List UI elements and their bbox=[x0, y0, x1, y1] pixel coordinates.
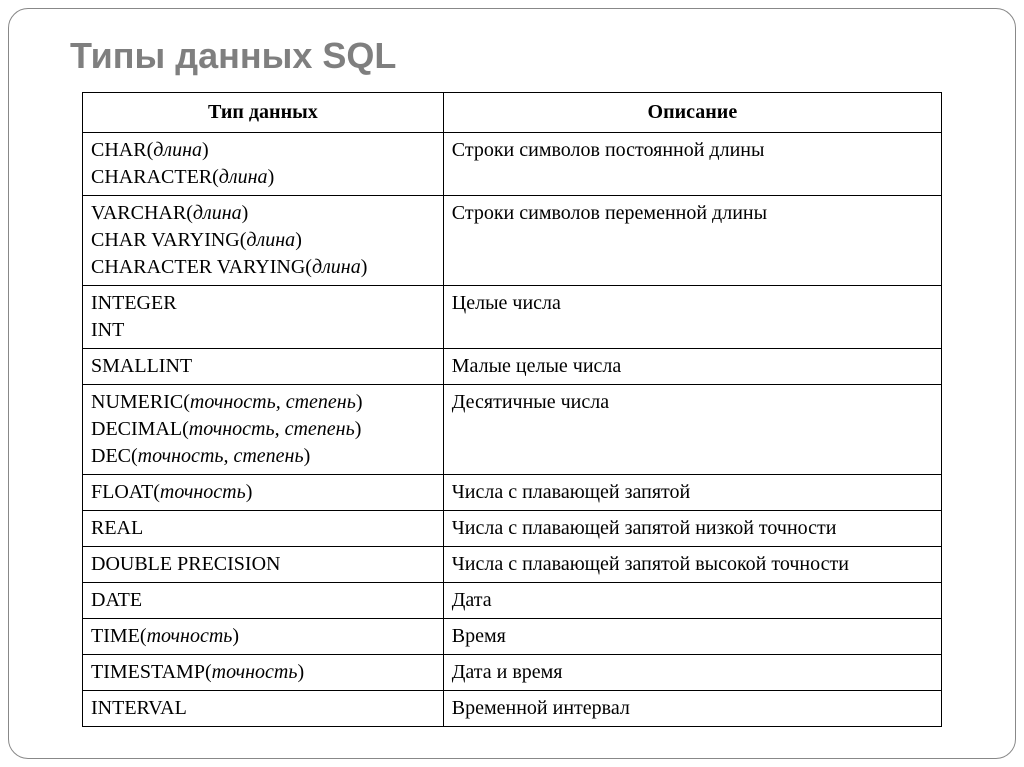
type-name: DOUBLE PRECISION bbox=[91, 553, 280, 575]
type-param: длина bbox=[219, 166, 268, 188]
page-title: Типы данных SQL bbox=[70, 35, 974, 77]
type-cell: CHAR(длина)CHARACTER(длина) bbox=[83, 133, 444, 196]
type-cell: FLOAT(точность) bbox=[83, 475, 444, 511]
type-line: SMALLINT bbox=[91, 353, 435, 380]
header-desc: Описание bbox=[443, 93, 941, 133]
table-row: INTERVAL Временной интервал bbox=[83, 691, 942, 727]
type-cell: DOUBLE PRECISION bbox=[83, 547, 444, 583]
desc-cell: Строки символов переменной длины bbox=[443, 196, 941, 286]
type-line: TIME(точность) bbox=[91, 623, 435, 650]
type-line: DEC(точность, степень) bbox=[91, 443, 435, 470]
type-param: точность bbox=[160, 481, 246, 503]
table-row: TIMESTAMP(точность) Дата и время bbox=[83, 655, 942, 691]
table-row: DOUBLE PRECISION Числа с плавающей запято… bbox=[83, 547, 942, 583]
type-param: точность bbox=[212, 661, 298, 683]
table-body: CHAR(длина)CHARACTER(длина)Строки символ… bbox=[83, 133, 942, 727]
type-name: INTERVAL bbox=[91, 697, 187, 719]
type-line: DATE bbox=[91, 587, 435, 614]
type-line: VARCHAR(длина) bbox=[91, 200, 435, 227]
type-name: CHARACTER VARYING bbox=[91, 256, 305, 278]
type-param: точность, степень bbox=[189, 418, 355, 440]
table-row: NUMERIC(точность, степень)DECIMAL(точнос… bbox=[83, 385, 942, 475]
table-row: DATE Дата bbox=[83, 583, 942, 619]
type-line: DECIMAL(точность, степень) bbox=[91, 416, 435, 443]
type-line: INTEGER bbox=[91, 290, 435, 317]
type-cell: INTERVAL bbox=[83, 691, 444, 727]
type-param: длина bbox=[153, 139, 202, 161]
desc-cell: Числа с плавающей запятой высокой точнос… bbox=[443, 547, 941, 583]
type-line: INT bbox=[91, 317, 435, 344]
desc-cell: Временной интервал bbox=[443, 691, 941, 727]
type-param: длина bbox=[246, 229, 295, 251]
table-row: INTEGER INT Целые числа bbox=[83, 286, 942, 349]
type-line: CHARACTER(длина) bbox=[91, 164, 435, 191]
type-line: CHAR VARYING(длина) bbox=[91, 227, 435, 254]
desc-cell: Десятичные числа bbox=[443, 385, 941, 475]
type-param: длина bbox=[193, 202, 242, 224]
type-cell: INTEGER INT bbox=[83, 286, 444, 349]
type-line: TIMESTAMP(точность) bbox=[91, 659, 435, 686]
desc-cell: Дата bbox=[443, 583, 941, 619]
type-line: INTERVAL bbox=[91, 695, 435, 722]
table-row: TIME(точность) Время bbox=[83, 619, 942, 655]
type-name: SMALLINT bbox=[91, 355, 192, 377]
type-line: CHAR(длина) bbox=[91, 137, 435, 164]
type-name: CHAR VARYING bbox=[91, 229, 240, 251]
desc-cell: Дата и время bbox=[443, 655, 941, 691]
type-name: DECIMAL bbox=[91, 418, 182, 440]
type-cell: DATE bbox=[83, 583, 444, 619]
type-cell: TIME(точность) bbox=[83, 619, 444, 655]
desc-cell: Малые целые числа bbox=[443, 349, 941, 385]
type-name: CHAR bbox=[91, 139, 147, 161]
type-name: TIME bbox=[91, 625, 140, 647]
table-row: VARCHAR(длина)CHAR VARYING(длина)CHARACT… bbox=[83, 196, 942, 286]
type-name: DATE bbox=[91, 589, 142, 611]
table-row: SMALLINT Малые целые числа bbox=[83, 349, 942, 385]
data-types-table: Тип данных Описание CHAR(длина)CHARACTER… bbox=[82, 92, 942, 727]
type-name: INTEGER bbox=[91, 292, 177, 314]
type-param: точность, степень bbox=[138, 445, 304, 467]
type-cell: VARCHAR(длина)CHAR VARYING(длина)CHARACT… bbox=[83, 196, 444, 286]
desc-cell: Числа с плавающей запятой bbox=[443, 475, 941, 511]
table-header-row: Тип данных Описание bbox=[83, 93, 942, 133]
desc-cell: Строки символов постоянной длины bbox=[443, 133, 941, 196]
type-cell: REAL bbox=[83, 511, 444, 547]
type-name: CHARACTER bbox=[91, 166, 212, 188]
type-line: FLOAT(точность) bbox=[91, 479, 435, 506]
desc-cell: Время bbox=[443, 619, 941, 655]
type-name: NUMERIC bbox=[91, 391, 183, 413]
type-name: TIMESTAMP bbox=[91, 661, 205, 683]
table-row: CHAR(длина)CHARACTER(длина)Строки символ… bbox=[83, 133, 942, 196]
type-line: REAL bbox=[91, 515, 435, 542]
table-row: FLOAT(точность) Числа с плавающей запятой bbox=[83, 475, 942, 511]
type-cell: NUMERIC(точность, степень)DECIMAL(точнос… bbox=[83, 385, 444, 475]
type-line: NUMERIC(точность, степень) bbox=[91, 389, 435, 416]
type-name: FLOAT bbox=[91, 481, 153, 503]
desc-cell: Целые числа bbox=[443, 286, 941, 349]
type-cell: SMALLINT bbox=[83, 349, 444, 385]
type-line: DOUBLE PRECISION bbox=[91, 551, 435, 578]
type-param: точность, степень bbox=[190, 391, 356, 413]
type-line: CHARACTER VARYING(длина) bbox=[91, 254, 435, 281]
type-name: DEC bbox=[91, 445, 131, 467]
type-param: точность bbox=[147, 625, 233, 647]
type-name: REAL bbox=[91, 517, 143, 539]
type-name: VARCHAR bbox=[91, 202, 186, 224]
type-name: INT bbox=[91, 319, 124, 341]
type-param: длина bbox=[312, 256, 361, 278]
type-cell: TIMESTAMP(точность) bbox=[83, 655, 444, 691]
table-row: REAL Числа с плавающей запятой низкой точ… bbox=[83, 511, 942, 547]
desc-cell: Числа с плавающей запятой низкой точност… bbox=[443, 511, 941, 547]
header-type: Тип данных bbox=[83, 93, 444, 133]
